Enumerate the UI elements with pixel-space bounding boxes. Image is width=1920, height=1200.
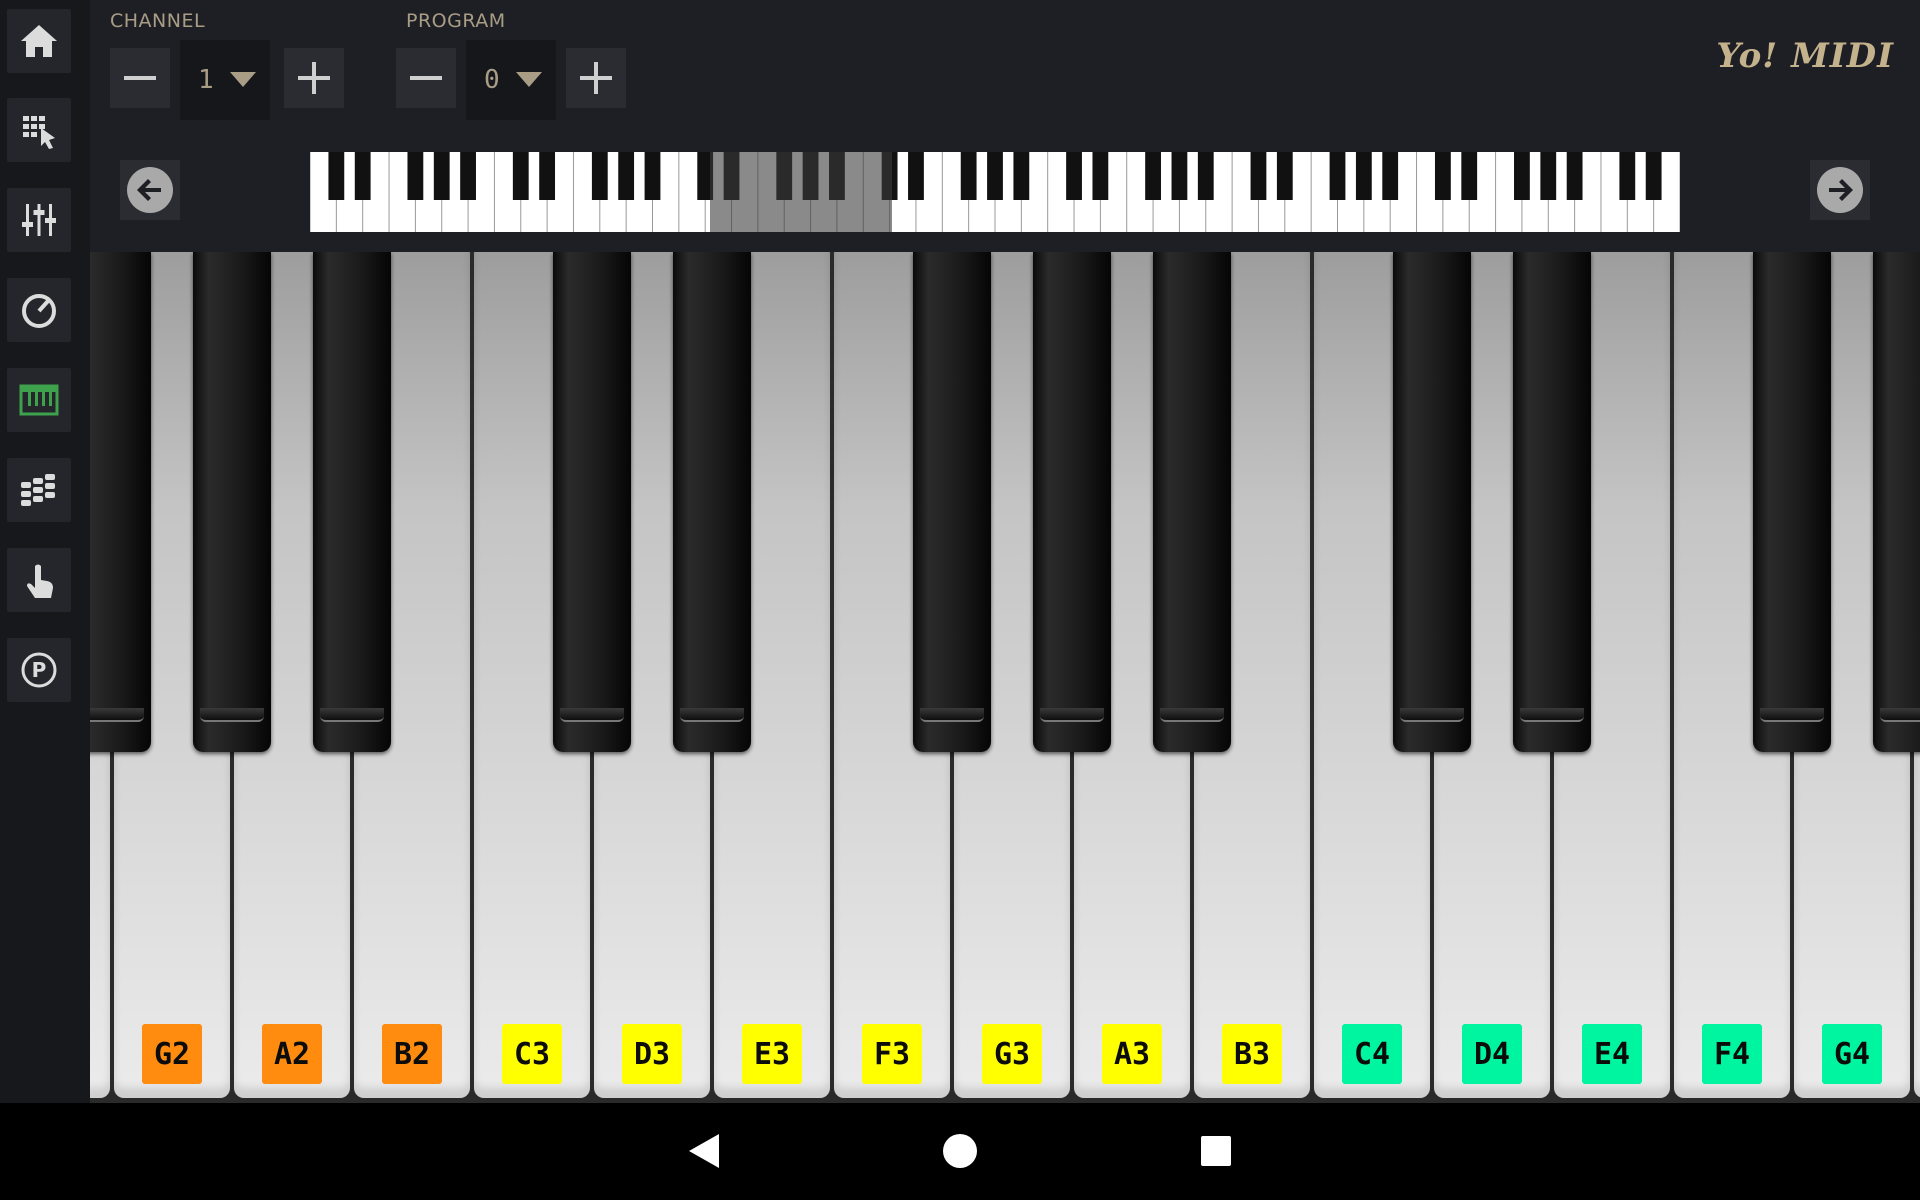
recents-square-icon [1201, 1136, 1231, 1166]
note-label: A3 [1102, 1024, 1162, 1084]
note-label: B3 [1222, 1024, 1282, 1084]
home-circle-icon [943, 1134, 977, 1168]
channel-label: CHANNEL [110, 10, 206, 32]
note-label: G3 [982, 1024, 1042, 1084]
channel-increment-button[interactable] [284, 48, 344, 108]
scroll-right-button[interactable] [1810, 160, 1870, 220]
sidebar-item-pads[interactable] [7, 458, 71, 522]
note-label: D3 [622, 1024, 682, 1084]
note-label: A2 [262, 1024, 322, 1084]
arrow-right-icon [1829, 179, 1853, 201]
home-icon [21, 25, 57, 57]
note-label: C4 [1342, 1024, 1402, 1084]
chevron-down-icon [516, 72, 542, 87]
system-recents-button[interactable] [1192, 1127, 1240, 1175]
black-key[interactable] [1753, 252, 1831, 752]
svg-text:P: P [32, 658, 47, 682]
black-key[interactable] [553, 252, 631, 752]
program-select[interactable]: 0 [466, 40, 556, 120]
mini-keyboard-viewport[interactable] [710, 152, 892, 232]
note-label: C3 [502, 1024, 562, 1084]
note-label: E3 [742, 1024, 802, 1084]
arrow-left-icon [137, 179, 161, 201]
keyboard-navigator [90, 132, 1920, 252]
black-key[interactable] [673, 252, 751, 752]
back-triangle-icon [689, 1134, 719, 1168]
sidebar-item-tempo[interactable] [7, 278, 71, 342]
note-label: G2 [142, 1024, 202, 1084]
note-label: E4 [1582, 1024, 1642, 1084]
black-key[interactable] [1033, 252, 1111, 752]
channel-select[interactable]: 1 [180, 40, 270, 120]
plus-icon [580, 62, 612, 94]
note-label: D4 [1462, 1024, 1522, 1084]
system-home-button[interactable] [936, 1127, 984, 1175]
tempo-icon [22, 294, 56, 328]
black-key[interactable] [313, 252, 391, 752]
note-label: B2 [382, 1024, 442, 1084]
black-key[interactable] [913, 252, 991, 752]
black-key[interactable] [1153, 252, 1231, 752]
sidebar-item-keyboard[interactable] [7, 368, 71, 432]
black-key[interactable] [1873, 252, 1920, 752]
program-label: PROGRAM [406, 10, 506, 32]
mini-keyboard[interactable] [310, 152, 1680, 232]
piano-keyboard: G2 A2 B2 C3 D3 E3 F3 G3 A3 B3 C4 D4 E4 F4 G4 [90, 252, 1920, 1103]
pads-icon [21, 474, 55, 506]
minus-icon [410, 76, 442, 80]
note-label: F3 [862, 1024, 922, 1084]
black-key[interactable] [1513, 252, 1591, 752]
black-key[interactable] [1393, 252, 1471, 752]
sidebar-item-mixer[interactable] [7, 188, 71, 252]
sidebar-item-home[interactable] [7, 9, 71, 73]
top-bar: CHANNEL 1 PROGRAM 0 Yo! MIDI [90, 0, 1920, 132]
program-value: 0 [484, 65, 500, 95]
sidebar-item-touch[interactable] [7, 548, 71, 612]
channel-decrement-button[interactable] [110, 48, 170, 108]
brand-logo: Yo! MIDI [1716, 36, 1894, 76]
black-key[interactable] [193, 252, 271, 752]
program-increment-button[interactable] [566, 48, 626, 108]
sidebar: P [0, 0, 90, 1103]
touch-icon [27, 564, 53, 598]
program-decrement-button[interactable] [396, 48, 456, 108]
note-label: G4 [1822, 1024, 1882, 1084]
scroll-left-button[interactable] [120, 160, 180, 220]
sidebar-item-program[interactable]: P [7, 638, 71, 702]
keyboard-icon [19, 384, 59, 416]
mixer-icon [22, 204, 56, 236]
mini-keyboard-keys [310, 152, 1680, 232]
plus-icon [298, 62, 330, 94]
channel-value: 1 [198, 65, 214, 95]
sidebar-item-midi-devices[interactable] [7, 98, 71, 162]
system-back-button[interactable] [680, 1127, 728, 1175]
black-key[interactable] [90, 252, 151, 752]
minus-icon [124, 76, 156, 80]
app-root: P CHANNEL 1 PROGRAM 0 Yo! MIDI G2 A2 B2 … [0, 0, 1920, 1200]
midi-devices-icon [23, 116, 55, 149]
program-icon: P [21, 652, 57, 688]
note-label: F4 [1702, 1024, 1762, 1084]
chevron-down-icon [230, 72, 256, 87]
system-nav-bar [0, 1103, 1920, 1200]
